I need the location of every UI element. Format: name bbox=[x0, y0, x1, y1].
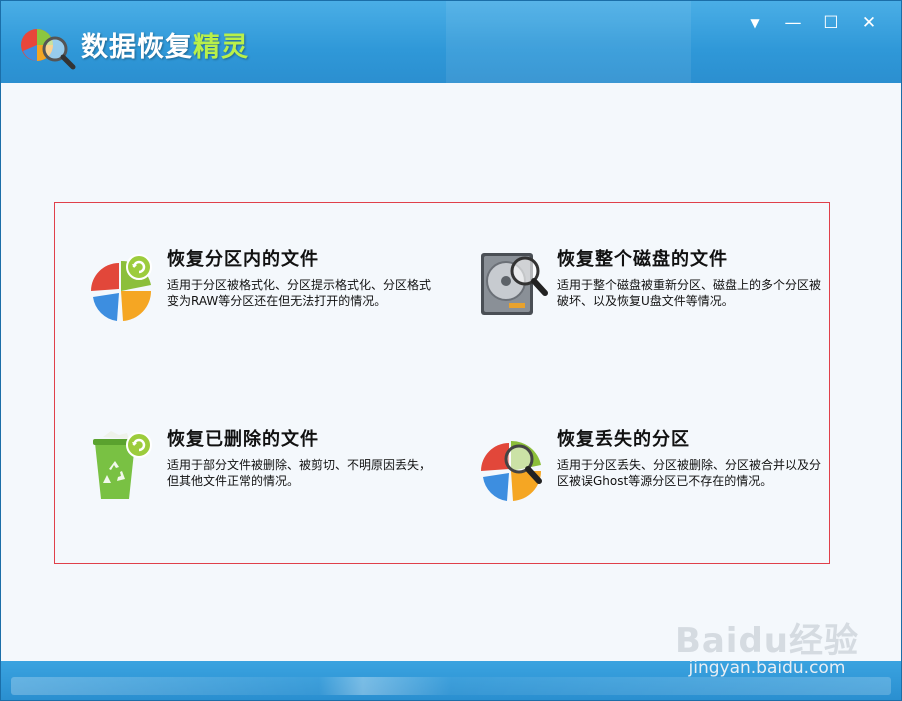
option-description: 适用于分区被格式化、分区提示格式化、分区格式变为RAW等分区还在但无法打开的情况… bbox=[167, 278, 432, 308]
watermark-logo: Baidu经验 bbox=[674, 621, 859, 661]
status-bar-content bbox=[11, 677, 891, 695]
baidu-watermark: Baidu经验 jingyan.baidu.com bbox=[675, 613, 859, 678]
watermark-url: jingyan.baidu.com bbox=[688, 658, 846, 678]
title-bar[interactable]: 数据恢复精灵 ▼ — ☐ ✕ bbox=[1, 1, 901, 83]
menu-dropdown-icon[interactable]: ▼ bbox=[745, 13, 765, 33]
option-description: 适用于整个磁盘被重新分区、磁盘上的多个分区被破坏、以及恢复U盘文件等情况。 bbox=[557, 278, 822, 308]
app-title-accent: 精灵 bbox=[193, 32, 249, 63]
pie-recover-icon bbox=[91, 254, 152, 321]
option-description: 适用于部分文件被删除、被剪切、不明原因丢失，但其他文件正常的情况。 bbox=[167, 458, 432, 488]
option-recover-lost-partitions[interactable]: 恢复丢失的分区 适用于分区丢失、分区被删除、分区被合并以及分区被误Ghost等源… bbox=[479, 429, 829, 531]
hard-disk-magnifier-icon bbox=[481, 253, 548, 315]
pie-magnifier-icon bbox=[481, 440, 542, 501]
option-title: 恢复丢失的分区 bbox=[557, 429, 690, 450]
option-title: 恢复分区内的文件 bbox=[167, 249, 319, 270]
app-title-main: 数据恢复 bbox=[81, 32, 193, 63]
option-recover-deleted-files[interactable]: 恢复已删除的文件 适用于部分文件被删除、被剪切、不明原因丢失，但其他文件正常的情… bbox=[89, 429, 439, 531]
window-controls: ▼ — ☐ ✕ bbox=[745, 13, 879, 33]
recycle-bin-icon bbox=[93, 431, 152, 499]
option-title: 恢复已删除的文件 bbox=[167, 429, 319, 450]
app-logo-icon bbox=[21, 29, 76, 70]
app-title: 数据恢复精灵 bbox=[81, 25, 249, 64]
title-glow bbox=[446, 1, 691, 83]
option-recover-disk-files[interactable]: 恢复整个磁盘的文件 适用于整个磁盘被重新分区、磁盘上的多个分区被破坏、以及恢复U… bbox=[479, 249, 829, 351]
option-description: 适用于分区丢失、分区被删除、分区被合并以及分区被误Ghost等源分区已不存在的情… bbox=[557, 458, 822, 488]
app-window: 数据恢复精灵 ▼ — ☐ ✕ 恢复分区内的文件 适用于分区被格式化、分区提示格式… bbox=[0, 0, 902, 701]
minimize-icon[interactable]: — bbox=[783, 13, 803, 33]
maximize-icon[interactable]: ☐ bbox=[821, 13, 841, 33]
option-title: 恢复整个磁盘的文件 bbox=[557, 249, 728, 270]
close-icon[interactable]: ✕ bbox=[859, 13, 879, 33]
main-content: 恢复分区内的文件 适用于分区被格式化、分区提示格式化、分区格式变为RAW等分区还… bbox=[1, 83, 901, 663]
option-recover-partition-files[interactable]: 恢复分区内的文件 适用于分区被格式化、分区提示格式化、分区格式变为RAW等分区还… bbox=[89, 249, 439, 351]
